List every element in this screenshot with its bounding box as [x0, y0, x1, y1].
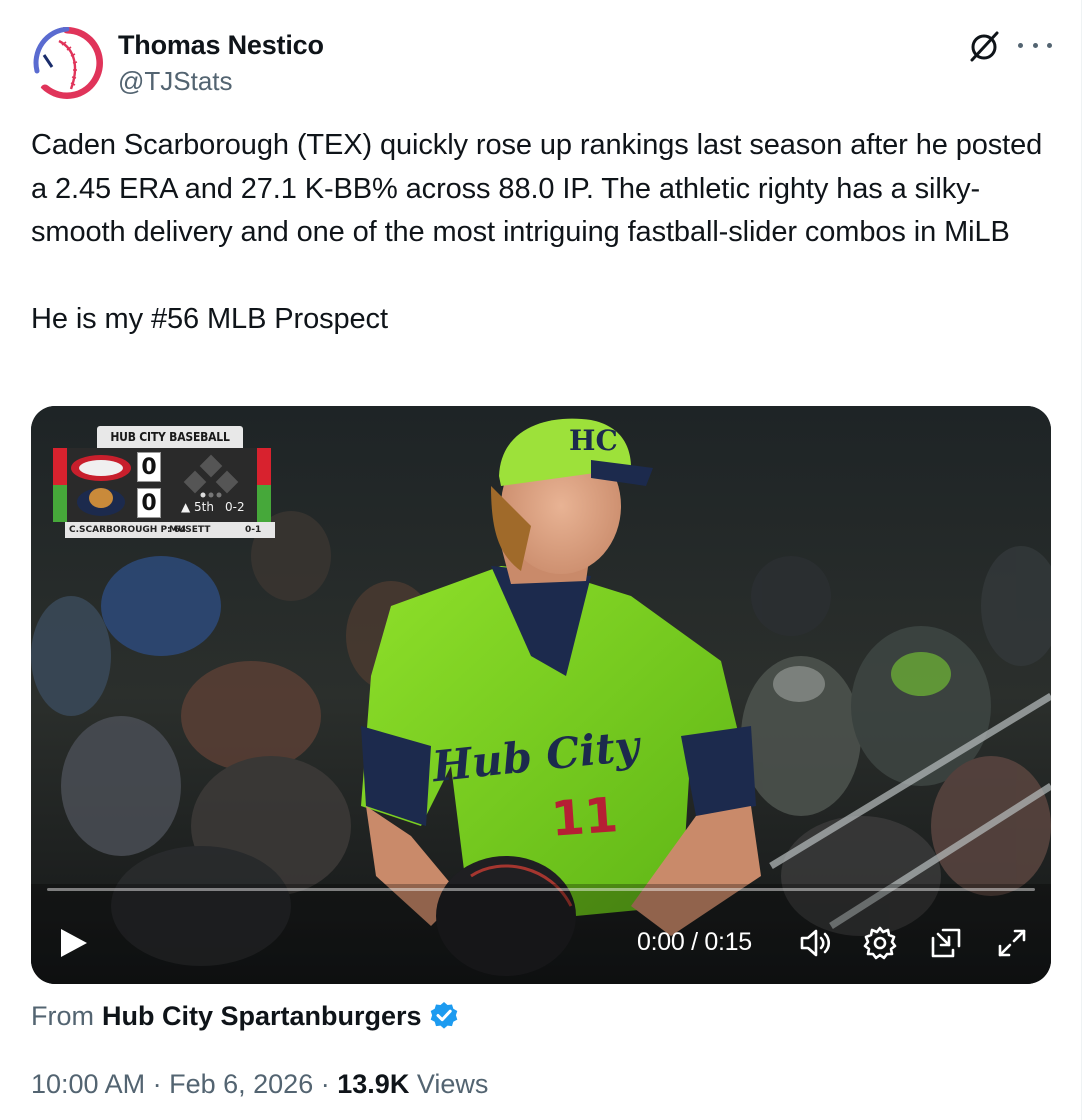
scorebug-title: HUB CITY BASEBALL [97, 426, 243, 448]
tweet-date[interactable]: Feb 6, 2026 [169, 1069, 313, 1099]
meta-separator: · [320, 1069, 330, 1099]
views-label: Views [416, 1069, 489, 1099]
scorebug-count: 0-2 [225, 500, 245, 514]
verified-badge-icon [430, 1002, 457, 1029]
more-dot [1047, 42, 1052, 48]
scorebug-footer: C.SCARBOROUGH P: 64 MUSETT 0-1 [65, 522, 275, 538]
video-time-readout: 0:00 / 0:15 [637, 928, 752, 956]
scorebug-panel: 0 0 ▲ 5th 0-2 [53, 448, 271, 522]
settings-gear-icon[interactable] [861, 924, 899, 962]
more-horizontal-icon[interactable] [1018, 32, 1052, 58]
tweet-time[interactable]: 10:00 AM [31, 1069, 145, 1099]
svg-text:HC: HC [569, 424, 618, 457]
tweet-paragraph: He is my #56 MLB Prospect [31, 302, 388, 335]
video-progress-bar[interactable] [47, 888, 1035, 891]
scorebug: HUB CITY BASEBALL 0 0 ▲ 5th 0-2 C.SCARBO… [53, 426, 275, 538]
views-count: 13.9K [337, 1069, 410, 1099]
tweet-card: Thomas Nestico @TJStats Caden Scarboroug… [0, 0, 1082, 1120]
meta-separator: · [152, 1069, 162, 1099]
source-account-link[interactable]: Hub City Spartanburgers [102, 1001, 422, 1032]
author-avatar[interactable] [31, 27, 103, 99]
play-icon[interactable] [57, 926, 91, 960]
scorebug-batter: MUSETT [169, 525, 211, 535]
fullscreen-expand-icon[interactable] [993, 924, 1031, 962]
scorebug-inning: ▲ 5th [181, 500, 214, 514]
author-name[interactable]: Thomas Nestico [118, 30, 324, 61]
tweet-meta: 10:00 AM · Feb 6, 2026 · 13.9K Views [31, 1069, 488, 1100]
video-source-line: From Hub City Spartanburgers [31, 1000, 460, 1032]
baseball-logo-icon [32, 27, 103, 99]
more-dot [1032, 42, 1038, 48]
grok-slash-icon[interactable] [966, 28, 1002, 64]
video-player[interactable]: HC Hub City 11 HUB CITY BASEBALL 0 0 ▲ 5… [31, 406, 1051, 984]
author-handle[interactable]: @TJStats [118, 66, 233, 97]
scorebug-away-score: 0 [137, 452, 161, 482]
jersey-number: 11 [549, 787, 620, 848]
volume-icon[interactable] [797, 924, 835, 962]
scorebug-home-score: 0 [137, 488, 161, 518]
picture-in-picture-icon[interactable] [927, 924, 965, 962]
tweet-paragraph: Caden Scarborough (TEX) quickly rose up … [31, 129, 1043, 248]
source-prefix: From [31, 1000, 94, 1031]
more-dot [1018, 42, 1023, 48]
scorebug-batter-line: 0-1 [245, 525, 262, 535]
tweet-text: Caden Scarborough (TEX) quickly rose up … [31, 124, 1061, 341]
